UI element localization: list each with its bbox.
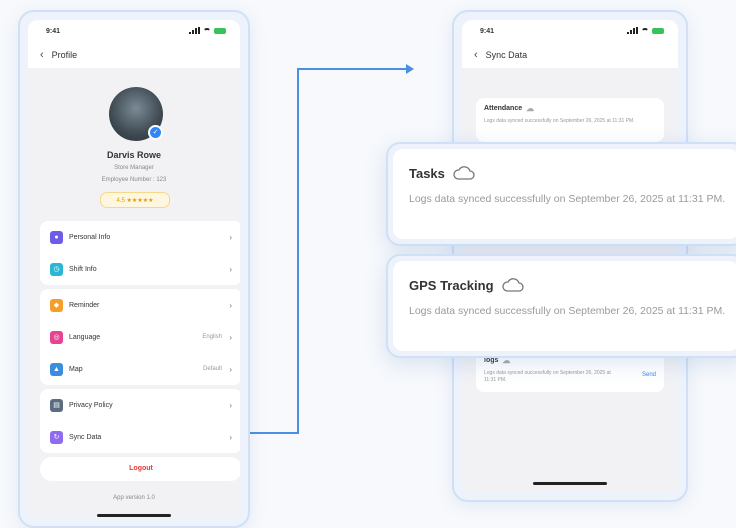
menu-item-personal-info[interactable]: ● Personal Info › [40, 221, 240, 253]
send-button[interactable]: Send [642, 372, 656, 378]
gps-tracking-title: GPS Tracking [409, 277, 494, 293]
status-time: 9:41 [46, 28, 61, 35]
gps-tracking-desc: Logs data synced successfully on Septemb… [409, 305, 726, 317]
profile-phone-frame: 9:41 ‹ Profile ✓ Darvis Rowe Store Manag… [18, 10, 250, 528]
profile-header: ‹ Profile [28, 42, 240, 68]
menu-item-shift-info[interactable]: ◷ Shift Info › [40, 253, 240, 285]
globe-icon: ◎ [50, 330, 63, 344]
menu-item-label: Map [69, 365, 83, 373]
attendance-card: Attendance ☁ Logs data synced successfull… [476, 98, 664, 142]
logs-desc: Logs data synced successfully on Septemb… [484, 370, 611, 383]
chevron-right-icon: › [229, 400, 232, 410]
signal-icon [627, 27, 638, 34]
cloud-icon [453, 166, 475, 180]
status-bar: 9:41 [462, 20, 678, 42]
chevron-right-icon: › [229, 364, 232, 374]
profile-screen: 9:41 ‹ Profile ✓ Darvis Rowe Store Manag… [28, 20, 240, 518]
app-version: App version 1.0 [113, 495, 155, 501]
menu-item-label: Shift Info [69, 265, 97, 273]
menu-item-value: English [202, 334, 222, 340]
user-name: Darvis Rowe [106, 150, 162, 160]
battery-icon [652, 27, 664, 34]
page-title: Sync Data [485, 50, 528, 60]
chevron-right-icon: › [229, 332, 232, 342]
menu-item-label: Reminder [69, 301, 100, 309]
sync-icon: ↻ [50, 430, 63, 444]
status-time: 9:41 [480, 28, 495, 35]
document-icon: ▤ [50, 398, 63, 412]
menu-group-preferences: ◆ Reminder › ◎ Language English › ▲ Map Default › [40, 289, 240, 385]
attendance-desc: Logs data synced successfully on Septemb… [484, 118, 635, 124]
menu-item-reminder[interactable]: ◆ Reminder › [40, 289, 240, 321]
home-indicator [97, 514, 171, 517]
menu-item-value: Default [202, 366, 222, 372]
user-role: Store Manager [114, 165, 154, 171]
page-title: Profile [51, 50, 78, 60]
menu-item-map[interactable]: ▲ Map Default › [40, 353, 240, 385]
menu-item-privacy-policy[interactable]: ▤ Privacy Policy › [40, 389, 240, 421]
chevron-right-icon: › [229, 300, 232, 310]
wifi-icon [641, 27, 649, 34]
back-chevron-icon[interactable]: ‹ [40, 49, 44, 61]
tasks-title: Tasks [409, 165, 445, 181]
menu-group-data: ▤ Privacy Policy › ↻ Sync Data › [40, 389, 240, 453]
map-icon: ▲ [50, 362, 63, 376]
chevron-right-icon: › [229, 232, 232, 242]
bell-icon: ◆ [50, 298, 63, 312]
menu-group-account: ● Personal Info › ◷ Shift Info › [40, 221, 240, 285]
menu-item-label: Language [69, 333, 101, 341]
rating-value: 4.5 ★★★★★ [116, 197, 154, 204]
user-meta: Employee Number : 123 [101, 177, 167, 183]
chevron-right-icon: › [229, 264, 232, 274]
attendance-title: Attendance [484, 105, 523, 112]
wifi-icon [203, 27, 211, 34]
sync-header: ‹ Sync Data [462, 42, 678, 68]
user-icon: ● [50, 230, 63, 244]
chevron-right-icon: › [229, 432, 232, 442]
signal-icon [189, 27, 200, 34]
logs-title: logs [484, 357, 499, 364]
menu-item-label: Sync Data [69, 433, 102, 441]
status-bar: 9:41 [28, 20, 240, 42]
rating-badge: 4.5 ★★★★★ [100, 192, 170, 208]
menu-item-label: Privacy Policy [69, 401, 113, 409]
tasks-desc: Logs data synced successfully on Septemb… [409, 193, 726, 205]
home-indicator [533, 482, 607, 485]
tasks-sync-card: Tasks Logs data synced successfully on S… [386, 142, 736, 246]
logout-button[interactable]: Logout [40, 457, 240, 481]
cloud-icon: ☁ [526, 104, 535, 113]
gps-tracking-sync-card: GPS Tracking Logs data synced successful… [386, 254, 736, 358]
verified-badge-icon: ✓ [148, 125, 163, 140]
clock-icon: ◷ [50, 262, 63, 276]
menu-item-label: Personal Info [69, 233, 111, 241]
battery-icon [214, 27, 226, 34]
back-chevron-icon[interactable]: ‹ [474, 49, 478, 61]
menu-item-sync-data[interactable]: ↻ Sync Data › [40, 421, 240, 453]
cloud-icon [501, 278, 524, 292]
menu-item-language[interactable]: ◎ Language English › [40, 321, 240, 353]
